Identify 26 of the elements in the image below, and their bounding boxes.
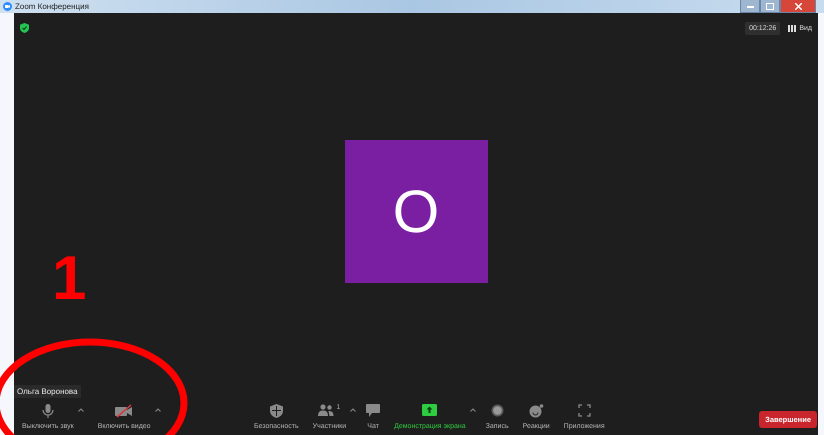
apps-icon xyxy=(578,404,591,417)
speech-bubble-icon xyxy=(366,404,380,417)
avatar-letter: О xyxy=(392,177,440,246)
participant-name: Ольга Воронова xyxy=(14,385,81,398)
caret-icon[interactable] xyxy=(78,408,84,412)
shield-check-icon[interactable] xyxy=(20,23,29,33)
close-icon xyxy=(794,2,802,10)
microphone-icon xyxy=(42,404,54,418)
minimize-button[interactable] xyxy=(740,0,760,13)
caret-icon[interactable] xyxy=(350,408,356,412)
maximize-icon xyxy=(766,2,774,10)
caret-icon[interactable] xyxy=(470,408,476,412)
window-title: Zoom Конференция xyxy=(15,2,89,11)
record-icon xyxy=(490,404,504,417)
maximize-button[interactable] xyxy=(760,0,780,13)
annotation-number: 1 xyxy=(52,248,86,310)
crossed-camera-icon xyxy=(115,404,134,418)
camera-logo-icon xyxy=(3,2,12,11)
close-button[interactable] xyxy=(780,0,816,13)
grid-icon xyxy=(788,24,796,32)
shield-icon xyxy=(270,404,283,418)
people-icon xyxy=(318,404,334,416)
smiley-icon xyxy=(528,404,544,418)
share-screen-icon xyxy=(422,404,438,416)
caret-icon[interactable] xyxy=(154,408,161,412)
minimize-icon xyxy=(746,4,754,8)
